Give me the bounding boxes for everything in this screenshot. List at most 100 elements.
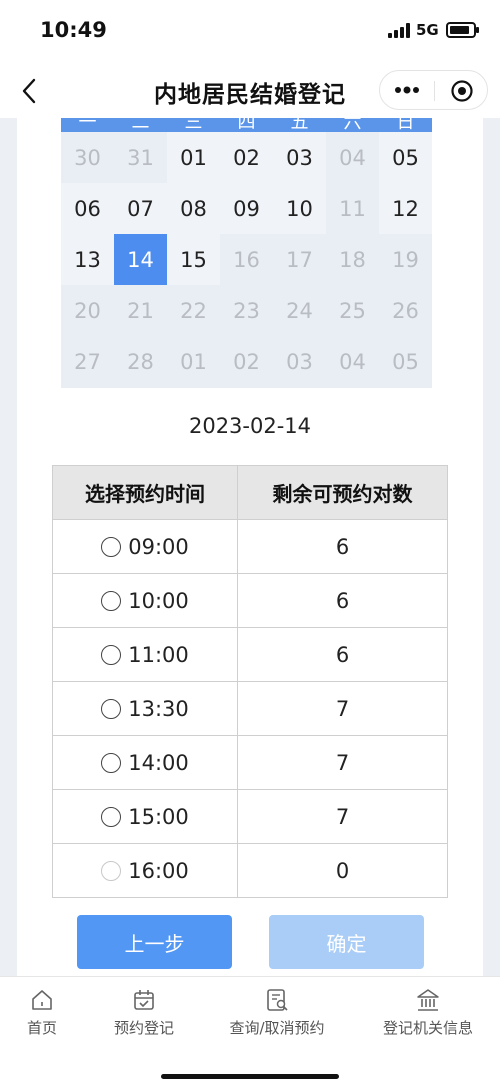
calendar-day: 03 [286,349,313,374]
time-slot-cell[interactable]: 14:00 [52,735,238,790]
selected-date: 2023-02-14 [188,414,312,438]
radio-button[interactable] [101,752,122,773]
tab-label: 登记机关信息 [382,1019,473,1037]
close-mini-program-button[interactable] [450,79,474,103]
calendar-day: 23 [233,298,260,323]
calendar-day: 04 [339,145,366,170]
weekday-label: 四 [237,118,256,132]
home-indicator [161,1074,339,1079]
tab-home[interactable]: 首页 [14,987,70,1045]
calendar-day: 26 [392,298,419,323]
column-header-remaining: 剩余可预约对数 [237,465,448,520]
time-slot-table: 选择预约时间 剩余可预约对数 09:00 6 10:00 6 11:00 6 13:30 7 1… [52,465,448,898]
calendar-day: 19 [392,247,419,272]
radio-button[interactable] [101,698,122,719]
table-row[interactable]: 13:30 7 [52,681,448,736]
time-slot-cell[interactable]: 11:00 [52,627,238,682]
time-slot-cell[interactable]: 09:00 [52,519,238,574]
previous-step-button[interactable]: 上一步 [77,915,232,969]
calendar-day: 04 [339,349,366,374]
radio-button[interactable] [101,806,122,827]
calendar-day[interactable]: 06 [61,183,114,234]
radio-button [101,860,122,881]
calendar-day: 27 [74,349,101,374]
more-button[interactable] [392,75,422,105]
target-close-icon [451,80,473,102]
search-document-icon [267,989,288,1011]
calendar-day[interactable]: 05 [379,132,432,183]
nav-bar: 内地居民结婚登记 [0,62,500,118]
calendar-day: 11 [339,196,366,221]
table-row[interactable]: 10:00 6 [52,573,448,628]
calendar-day[interactable]: 03 [273,132,326,183]
column-header-time: 选择预约时间 [52,465,238,520]
weekday-label: 五 [290,118,309,132]
battery-icon [446,22,479,38]
main-content: 一 二 三 四 五 六 日 30 31 01 02 03 04 05 06 07 08 09 10 11… [17,118,483,976]
table-row[interactable]: 15:00 7 [52,789,448,844]
remaining-count: 7 [237,681,448,736]
tab-registry-info[interactable]: 登记机关信息 [378,987,478,1045]
weekday-label: 日 [396,118,415,132]
calendar-weekday-header: 一 二 三 四 五 六 日 [61,118,432,132]
remaining-count: 6 [237,519,448,574]
more-dots-icon [395,86,419,94]
time-label: 10:00 [128,588,189,613]
time-slot-cell: 16:00 [52,843,238,898]
calendar-day: 17 [286,247,313,272]
home-icon [32,990,52,1010]
tab-label: 预约登记 [113,1019,174,1037]
remaining-count: 0 [237,843,448,898]
calendar-day: 18 [339,247,366,272]
radio-button[interactable] [101,536,122,557]
calendar-day[interactable]: 07 [114,183,167,234]
time-slot-cell[interactable]: 15:00 [52,789,238,844]
table-row[interactable]: 16:00 0 [52,843,448,898]
calendar-day: 02 [233,349,260,374]
calendar-day[interactable]: 12 [379,183,432,234]
weekday-label: 六 [343,118,362,132]
table-row[interactable]: 14:00 7 [52,735,448,790]
calendar-day[interactable]: 15 [167,234,220,285]
calendar-day[interactable]: 09 [220,183,273,234]
status-time: 10:49 [40,18,107,42]
status-bar: 10:49 5G [0,0,500,62]
calendar-day[interactable]: 01 [167,132,220,183]
calendar-day[interactable]: 10 [273,183,326,234]
tab-booking[interactable]: 预约登记 [108,987,180,1045]
time-slot-cell[interactable]: 10:00 [52,573,238,628]
time-label: 16:00 [128,858,189,883]
tab-query-cancel[interactable]: 查询/取消预约 [226,987,328,1045]
calendar-day[interactable]: 13 [61,234,114,285]
radio-button[interactable] [101,590,122,611]
calendar-day: 22 [180,298,207,323]
remaining-count: 6 [237,627,448,682]
calendar-day[interactable]: 02 [220,132,273,183]
time-slot-cell[interactable]: 13:30 [52,681,238,736]
tab-label: 查询/取消预约 [229,1019,325,1037]
calendar-day: 16 [233,247,260,272]
calendar-day: 21 [127,298,154,323]
time-label: 09:00 [128,534,189,559]
calendar-icon [134,990,154,1010]
calendar-day: 05 [392,349,419,374]
calendar-day-selected[interactable]: 14 [114,234,167,285]
table-row[interactable]: 09:00 6 [52,519,448,574]
radio-button[interactable] [101,644,122,665]
calendar-day: 31 [127,145,154,170]
calendar-day: 30 [74,145,101,170]
signal-icon [388,23,412,38]
table-row[interactable]: 11:00 6 [52,627,448,682]
calendar-grid: 30 31 01 02 03 04 05 06 07 08 09 10 11 12 13 14 15 16 17 18… [61,132,432,388]
calendar-day[interactable]: 08 [167,183,220,234]
network-type: 5G [416,21,439,39]
time-label: 13:30 [128,696,189,721]
government-building-icon [417,989,439,1011]
confirm-button[interactable]: 确定 [269,915,424,969]
tab-label: 首页 [26,1019,57,1037]
remaining-count: 7 [237,735,448,790]
calendar-day: 25 [339,298,366,323]
calendar-day: 20 [74,298,101,323]
tab-bar: 首页 预约登记 查询/取消预约 登记机关信息 [0,976,500,1081]
capsule-divider [434,81,435,101]
